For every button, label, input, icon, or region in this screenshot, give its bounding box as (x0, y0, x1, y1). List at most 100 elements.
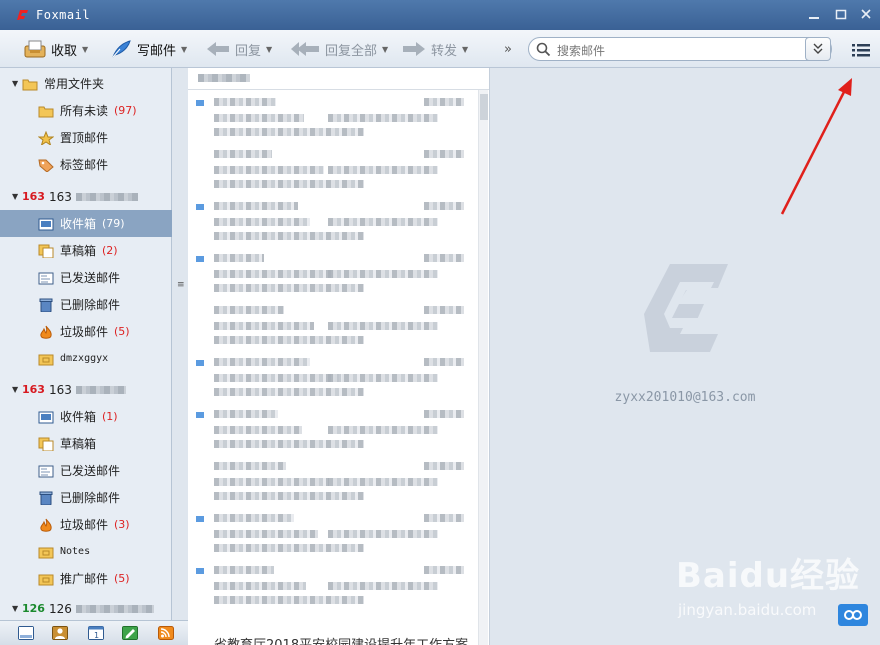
tree-account-163-1[interactable]: ▼ 163 163 (0, 183, 172, 210)
mail-module-icon[interactable] (18, 626, 34, 640)
list-item[interactable] (188, 508, 489, 560)
account-label: 126 (48, 601, 72, 616)
search-options-button[interactable] (805, 37, 831, 61)
chevron-down-icon[interactable]: ▼ (82, 45, 88, 54)
list-item[interactable]: 省教育厅2018平安校园建设提升年工作方案 (188, 630, 489, 645)
title-bar: Foxmail (0, 0, 880, 30)
receive-button[interactable]: 收取 ▼ (24, 37, 88, 61)
folder-inbox[interactable]: 收件箱 (1) (0, 403, 172, 430)
chevron-down-icon[interactable]: ▼ (266, 45, 272, 54)
folder-drafts[interactable]: 草稿箱 (2) (0, 237, 172, 264)
list-item[interactable] (188, 92, 489, 144)
folder-deleted[interactable]: 已删除邮件 (0, 291, 172, 318)
redacted-text (328, 582, 438, 590)
folder-icon (38, 106, 54, 117)
search-input[interactable]: 搜索邮件 (557, 42, 605, 59)
folder-promotions[interactable]: 推广邮件 (5) (0, 565, 172, 592)
list-item[interactable] (188, 144, 489, 196)
feather-pen-icon (112, 40, 131, 58)
close-button[interactable] (858, 8, 874, 24)
list-item[interactable] (188, 248, 489, 300)
forward-arrow-icon (403, 42, 425, 56)
pane-splitter[interactable]: ≡ (172, 68, 188, 645)
redacted-text (328, 218, 438, 226)
chevron-down-icon[interactable]: ▼ (462, 45, 468, 54)
folder-dmzxggyx[interactable]: dmzxggyx (0, 345, 172, 372)
folder-tagged[interactable]: 标签邮件 (0, 151, 172, 178)
list-item[interactable] (188, 300, 489, 352)
search-icon (536, 42, 551, 57)
contacts-module-icon[interactable] (52, 626, 68, 640)
folder-sent[interactable]: 已发送邮件 (0, 457, 172, 484)
flame-icon (40, 518, 52, 532)
search-box[interactable]: 搜索邮件 (528, 37, 832, 61)
message-list-header[interactable] (188, 68, 489, 90)
chevron-down-icon[interactable]: ▼ (382, 45, 388, 54)
folder-label: 草稿箱 (60, 244, 97, 258)
compose-button[interactable]: 写邮件 ▼ (110, 37, 187, 61)
redacted-text (424, 306, 464, 314)
list-item[interactable] (188, 456, 489, 508)
redacted-text (214, 544, 364, 552)
drafts-icon (38, 244, 54, 258)
tree-account-126[interactable]: ▼ 126 126 (0, 595, 172, 622)
forward-button[interactable]: 转发 ▼ (402, 37, 468, 61)
expand-arrow-icon[interactable]: ▼ (12, 385, 22, 394)
tree-account-163-2[interactable]: ▼ 163 163 (0, 376, 172, 403)
tree-group-common-folders[interactable]: ▼ 常用文件夹 (0, 70, 172, 97)
expand-arrow-icon[interactable]: ▼ (12, 604, 22, 613)
folder-label: 已发送邮件 (60, 271, 121, 285)
watermark-url: jingyan.baidu.com (678, 601, 817, 619)
redacted-text (214, 410, 278, 418)
folder-all-unread[interactable]: 所有未读 (97) (0, 97, 172, 124)
redacted-text (214, 98, 276, 106)
folder-drafts[interactable]: 草稿箱 (0, 430, 172, 457)
list-item[interactable] (188, 404, 489, 456)
list-item[interactable] (188, 196, 489, 248)
toolbar: 收取 ▼ 写邮件 ▼ 回复 ▼ 回复全部 ▼ 转发 ▼ » 搜索邮件 (0, 30, 880, 68)
redacted-text (214, 202, 298, 210)
minimize-button[interactable] (806, 8, 822, 24)
folder-notes[interactable]: Notes (0, 538, 172, 565)
folder-deleted[interactable]: 已删除邮件 (0, 484, 172, 511)
folder-junk[interactable]: 垃圾邮件 (5) (0, 318, 172, 345)
maximize-button[interactable] (833, 8, 849, 24)
redacted-text (214, 322, 314, 330)
unread-count: (1) (102, 410, 118, 423)
message-list-scrollbar[interactable] (478, 90, 488, 645)
sent-icon (38, 465, 54, 477)
rss-module-icon[interactable] (158, 626, 174, 640)
folder-inbox[interactable]: 收件箱 (79) (0, 210, 172, 237)
calendar-module-icon[interactable]: 1 (88, 626, 104, 640)
redacted-text (214, 462, 286, 470)
more-actions-button[interactable]: » (504, 37, 512, 61)
redacted-text (214, 150, 272, 158)
folder-label: 标签邮件 (60, 158, 109, 172)
list-item[interactable] (188, 560, 489, 612)
redacted-text (328, 478, 438, 486)
reply-label: 回复 (235, 43, 262, 59)
redacted-text (214, 566, 274, 574)
redacted-account-name (75, 604, 154, 613)
redacted-account-name (75, 192, 138, 201)
splitter-grip-icon[interactable]: ≡ (177, 280, 185, 290)
scrollbar-thumb[interactable] (480, 94, 488, 120)
redacted-text (214, 180, 364, 188)
expand-arrow-icon[interactable]: ▼ (12, 192, 22, 201)
reply-all-button[interactable]: 回复全部 ▼ (290, 37, 388, 61)
expand-arrow-icon[interactable]: ▼ (12, 79, 22, 88)
floating-share-button[interactable] (838, 604, 868, 626)
list-item[interactable] (188, 352, 489, 404)
main-menu-icon[interactable] (852, 42, 870, 58)
folder-sent[interactable]: 已发送邮件 (0, 264, 172, 291)
redacted-text (214, 440, 364, 448)
redacted-text (214, 478, 329, 486)
folder-pinned[interactable]: 置顶邮件 (0, 124, 172, 151)
baidu-jingyan-watermark: Baidu经验 (676, 556, 861, 596)
chevron-down-icon[interactable]: ▼ (181, 45, 187, 54)
notes-module-icon[interactable] (122, 626, 138, 640)
folder-junk[interactable]: 垃圾邮件 (3) (0, 511, 172, 538)
module-switcher-bar: 1 (0, 620, 188, 645)
reply-button[interactable]: 回复 ▼ (206, 37, 272, 61)
folder-label: dmzxggyx (60, 353, 109, 364)
